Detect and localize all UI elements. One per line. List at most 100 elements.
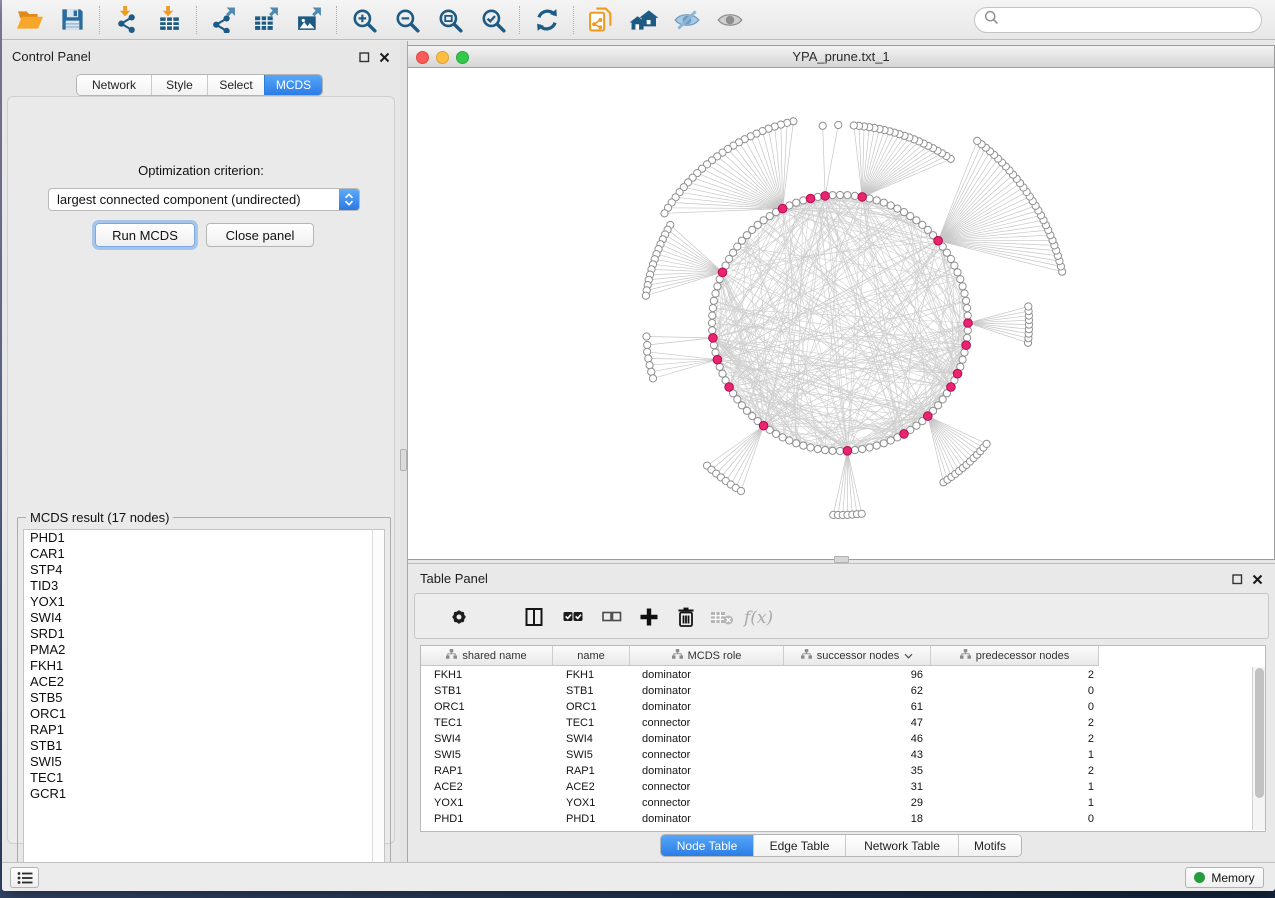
mcds-result-item[interactable]: STB1 [24, 738, 372, 754]
cell-successor_nodes[interactable]: 47 [784, 715, 931, 731]
table-row[interactable]: FKH1FKH1dominator962 [421, 667, 1252, 683]
tab-motifs[interactable]: Motifs [958, 835, 1021, 856]
close-panel-button[interactable]: Close panel [206, 223, 314, 247]
column-header-shared-name[interactable]: shared name [421, 646, 553, 665]
mcds-result-item[interactable]: PMA2 [24, 642, 372, 658]
tab-network-table[interactable]: Network Table [845, 835, 958, 856]
cell-successor_nodes[interactable]: 31 [784, 779, 931, 795]
mcds-result-item[interactable]: ORC1 [24, 706, 372, 722]
cell-shared_name[interactable]: YOX1 [421, 795, 553, 811]
tab-edge-table[interactable]: Edge Table [753, 835, 845, 856]
splitter-handle[interactable] [400, 449, 407, 471]
cell-name[interactable]: TEC1 [553, 715, 630, 731]
hide-selected-button[interactable] [665, 2, 708, 38]
cell-name[interactable]: ACE2 [553, 779, 630, 795]
mcds-result-item[interactable]: ACE2 [24, 674, 372, 690]
cell-name[interactable]: PHD1 [553, 811, 630, 827]
cell-shared_name[interactable]: TEC1 [421, 715, 553, 731]
network-view-canvas[interactable] [408, 68, 1273, 559]
table-row[interactable]: SWI4SWI4dominator462 [421, 731, 1252, 747]
zoom-selected-button[interactable] [471, 2, 514, 38]
zoom-out-button[interactable] [385, 2, 428, 38]
cell-mcds_role[interactable]: connector [630, 747, 784, 763]
cell-shared_name[interactable]: ORC1 [421, 699, 553, 715]
cell-successor_nodes[interactable]: 29 [784, 795, 931, 811]
cell-shared_name[interactable]: SWI4 [421, 731, 553, 747]
cell-name[interactable]: STB1 [553, 683, 630, 699]
cell-shared_name[interactable]: STB1 [421, 683, 553, 699]
horizontal-splitter-handle[interactable] [834, 556, 849, 563]
tab-network[interactable]: Network [77, 75, 151, 95]
cell-mcds_role[interactable]: connector [630, 795, 784, 811]
cell-predecessor_nodes[interactable]: 1 [931, 747, 1099, 763]
cell-successor_nodes[interactable]: 46 [784, 731, 931, 747]
column-header-name[interactable]: name [553, 646, 630, 665]
criterion-select[interactable]: largest connected component (undirected) [48, 188, 360, 211]
save-session-button[interactable] [51, 2, 94, 38]
cell-mcds_role[interactable]: connector [630, 779, 784, 795]
run-mcds-button[interactable]: Run MCDS [95, 223, 195, 247]
mcds-list-scrollbar[interactable] [372, 529, 385, 889]
cell-shared_name[interactable]: ACE2 [421, 779, 553, 795]
cell-mcds_role[interactable]: dominator [630, 811, 784, 827]
unselect-all-columns-button[interactable] [596, 603, 626, 631]
mcds-result-item[interactable]: RAP1 [24, 722, 372, 738]
table-row[interactable]: PHD1PHD1dominator180 [421, 811, 1252, 827]
cell-name[interactable]: SWI4 [553, 731, 630, 747]
cell-shared_name[interactable]: PHD1 [421, 811, 553, 827]
mcds-result-item[interactable]: GCR1 [24, 786, 372, 802]
table-scrollbar[interactable] [1252, 667, 1265, 830]
memory-button[interactable]: Memory [1185, 867, 1264, 888]
cell-predecessor_nodes[interactable]: 0 [931, 811, 1099, 827]
mcds-result-item[interactable]: STP4 [24, 562, 372, 578]
show-column-settings-button[interactable] [444, 603, 474, 631]
refresh-view-button[interactable] [525, 2, 568, 38]
import-network-button[interactable] [105, 2, 148, 38]
mcds-result-item[interactable]: YOX1 [24, 594, 372, 610]
cell-successor_nodes[interactable]: 43 [784, 747, 931, 763]
cell-predecessor_nodes[interactable]: 0 [931, 699, 1099, 715]
table-row[interactable]: STB1STB1dominator620 [421, 683, 1252, 699]
import-table-button[interactable] [148, 2, 191, 38]
close-panel-icon[interactable] [1252, 572, 1263, 590]
cell-predecessor_nodes[interactable]: 0 [931, 683, 1099, 699]
cell-mcds_role[interactable]: dominator [630, 699, 784, 715]
cell-shared_name[interactable]: SWI5 [421, 747, 553, 763]
cell-successor_nodes[interactable]: 61 [784, 699, 931, 715]
zoom-fit-button[interactable] [428, 2, 471, 38]
cell-successor_nodes[interactable]: 96 [784, 667, 931, 683]
search-input[interactable] [1005, 13, 1252, 27]
float-panel-icon[interactable] [1232, 572, 1243, 590]
cell-successor_nodes[interactable]: 18 [784, 811, 931, 827]
mcds-result-item[interactable]: SRD1 [24, 626, 372, 642]
table-row[interactable]: RAP1RAP1dominator352 [421, 763, 1252, 779]
cell-predecessor_nodes[interactable]: 2 [931, 763, 1099, 779]
split-table-button[interactable] [519, 603, 549, 631]
search-box[interactable] [974, 7, 1262, 33]
select-all-columns-button[interactable] [558, 603, 588, 631]
cell-mcds_role[interactable]: dominator [630, 683, 784, 699]
cell-name[interactable]: SWI5 [553, 747, 630, 763]
show-all-button[interactable] [708, 2, 751, 38]
table-scrollbar-thumb[interactable] [1255, 668, 1264, 798]
duplicate-network-button[interactable] [579, 2, 622, 38]
mcds-result-item[interactable]: SWI5 [24, 754, 372, 770]
task-history-button[interactable] [10, 867, 39, 888]
network-window-titlebar[interactable]: YPA_prune.txt_1 [408, 46, 1274, 68]
cell-shared_name[interactable]: RAP1 [421, 763, 553, 779]
cell-mcds_role[interactable]: connector [630, 715, 784, 731]
mcds-result-item[interactable]: SWI4 [24, 610, 372, 626]
table-row[interactable]: ORC1ORC1dominator610 [421, 699, 1252, 715]
mcds-result-item[interactable]: FKH1 [24, 658, 372, 674]
column-header-predecessor-nodes[interactable]: predecessor nodes [931, 646, 1099, 665]
table-row[interactable]: TEC1TEC1connector472 [421, 715, 1252, 731]
cell-predecessor_nodes[interactable]: 1 [931, 795, 1099, 811]
delete-columns-button[interactable] [671, 603, 701, 631]
column-header-MCDS-role[interactable]: MCDS role [630, 646, 784, 665]
cell-predecessor_nodes[interactable]: 2 [931, 667, 1099, 683]
cell-name[interactable]: YOX1 [553, 795, 630, 811]
tab-mcds[interactable]: MCDS [264, 75, 322, 95]
cell-successor_nodes[interactable]: 62 [784, 683, 931, 699]
zoom-in-button[interactable] [342, 2, 385, 38]
table-row[interactable]: YOX1YOX1connector291 [421, 795, 1252, 811]
